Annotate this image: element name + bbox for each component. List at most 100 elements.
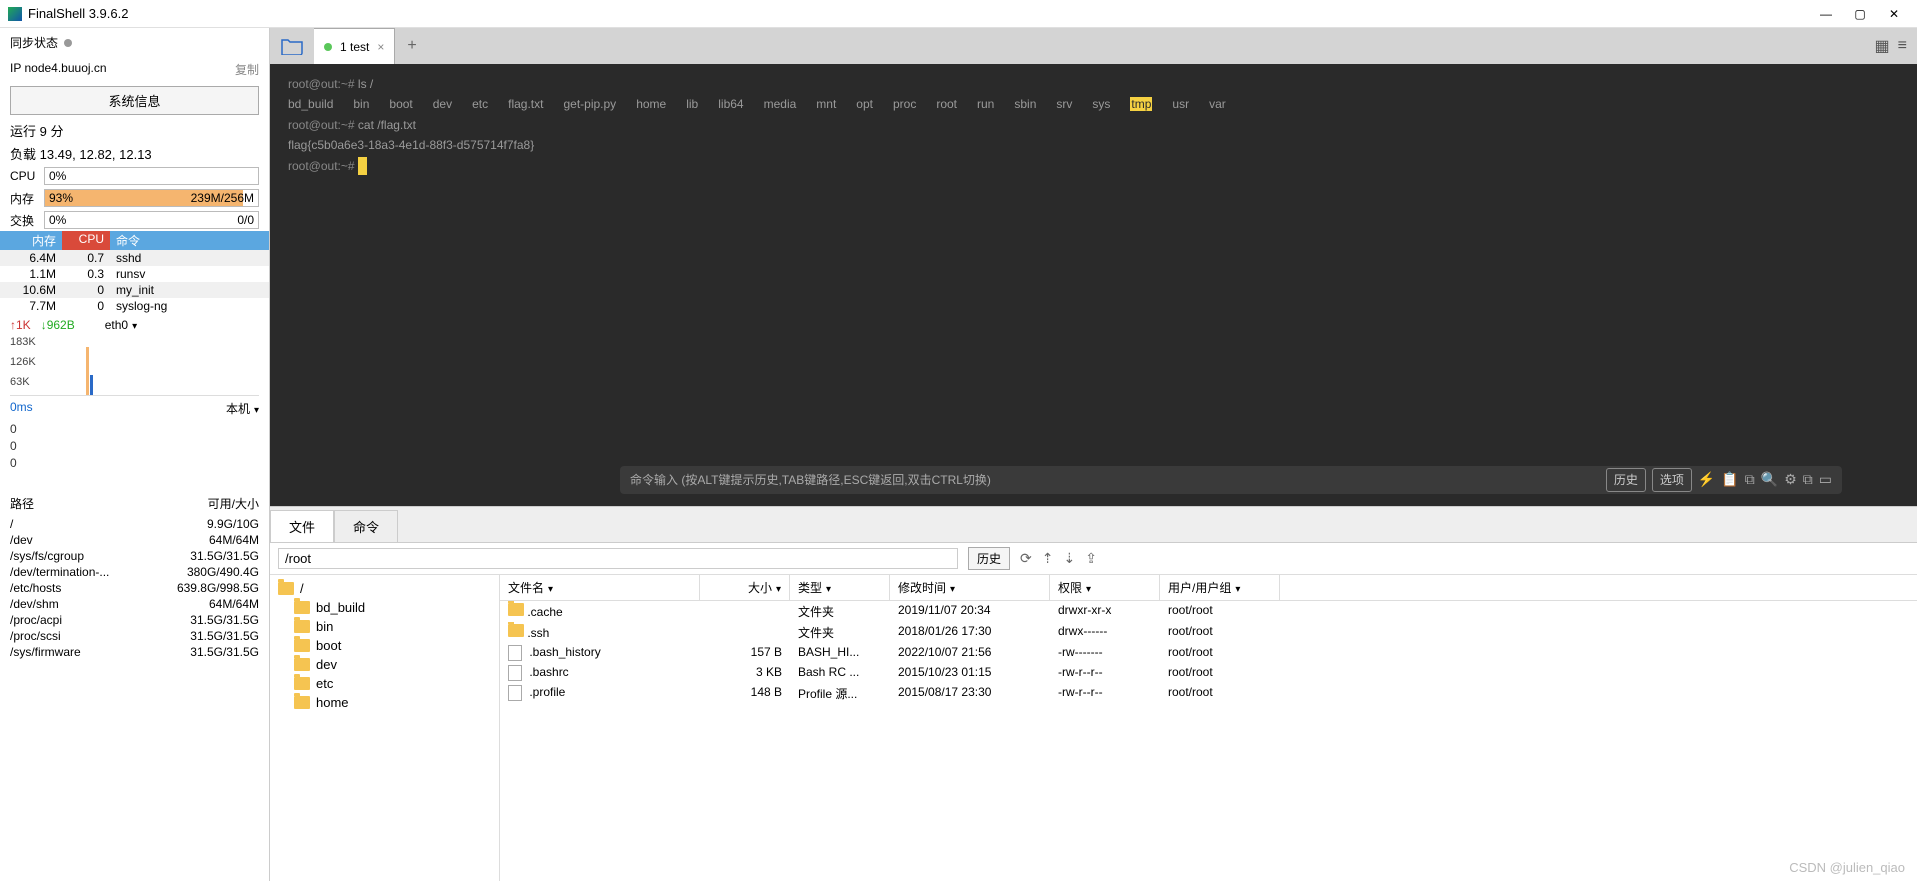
file-manager: 文件 命令 历史 ⟳ ⇡ ⇣ ⇪ / bd_buildbinbootdevetc… [270, 506, 1917, 881]
uptime-label: 运行 9 分 [0, 119, 269, 142]
tab-bar: 1 test × + ▦ ≡ [270, 28, 1917, 64]
path-row[interactable]: /proc/scsi31.5G/31.5G [0, 628, 269, 644]
path-row[interactable]: /9.9G/10G [0, 516, 269, 532]
tab-session[interactable]: 1 test × [314, 28, 395, 64]
path-row[interactable]: /dev/shm64M/64M [0, 596, 269, 612]
bolt-icon[interactable]: ⚡ [1698, 468, 1715, 492]
window-title: FinalShell 3.9.6.2 [28, 6, 1819, 21]
upload-all-icon[interactable]: ⇪ [1085, 550, 1097, 567]
cpu-row: CPU 0% [0, 165, 269, 187]
folder-icon [294, 620, 310, 633]
folder-icon [508, 624, 524, 637]
tree-item[interactable]: home [274, 693, 495, 712]
app-logo-icon [8, 7, 22, 21]
folder-icon [278, 582, 294, 595]
download-icon[interactable]: ⇣ [1063, 550, 1075, 567]
popout-icon[interactable]: ⧉ [1803, 468, 1813, 492]
sync-status: 同步状态 [0, 28, 269, 57]
path-row[interactable]: /proc/acpi31.5G/31.5G [0, 612, 269, 628]
folder-icon [294, 677, 310, 690]
sidebar: 同步状态 IP node4.buuoj.cn 复制 系统信息 运行 9 分 负载… [0, 28, 270, 881]
system-info-button[interactable]: 系统信息 [10, 86, 259, 115]
file-row[interactable]: .ssh文件夹2018/01/26 17:30drwx------root/ro… [500, 622, 1917, 643]
tree-root[interactable]: / [274, 579, 495, 598]
watermark: CSDN @julien_qiao [1789, 860, 1905, 875]
tab-commands[interactable]: 命令 [334, 510, 398, 542]
folder-icon [294, 601, 310, 614]
folder-icon [294, 658, 310, 671]
upload-icon: ↑1K [10, 318, 31, 332]
folder-tree[interactable]: / bd_buildbinbootdevetchome [270, 575, 500, 881]
process-row[interactable]: 10.6M0my_init [0, 282, 269, 298]
network-graph: 183K 126K 63K [10, 336, 259, 396]
status-dot-icon [64, 39, 72, 47]
terminal[interactable]: root@out:~# ls / bd_buildbinbootdevetcfl… [270, 64, 1917, 506]
process-row[interactable]: 1.1M0.3runsv [0, 266, 269, 282]
history-button[interactable]: 历史 [1606, 468, 1646, 492]
gear-icon[interactable]: ⚙ [1784, 468, 1797, 492]
fullscreen-icon[interactable]: ▭ [1819, 468, 1832, 492]
minimize-button[interactable]: — [1819, 7, 1833, 21]
folder-icon [294, 639, 310, 652]
network-row: ↑1K ↓962B eth0 [0, 314, 269, 336]
tree-item[interactable]: etc [274, 674, 495, 693]
col-owner[interactable]: 用户/用户组 [1160, 575, 1280, 600]
path-row[interactable]: /dev/termination-...380G/490.4G [0, 564, 269, 580]
new-tab-button[interactable]: + [395, 28, 428, 64]
upload-icon[interactable]: ⇡ [1042, 550, 1054, 567]
path-history-button[interactable]: 历史 [968, 547, 1010, 570]
search-icon[interactable]: 🔍 [1761, 468, 1778, 492]
cursor-icon [358, 157, 367, 175]
process-table: 内存 CPU 命令 6.4M0.7sshd1.1M0.3runsv10.6M0m… [0, 231, 269, 314]
maximize-button[interactable]: ▢ [1853, 7, 1867, 21]
file-icon [508, 665, 522, 681]
path-input[interactable] [278, 548, 958, 569]
options-button[interactable]: 选项 [1652, 468, 1692, 492]
flag-output: flag{c5b0a6e3-18a3-4e1d-88f3-d575714f7fa… [288, 135, 1899, 155]
download-icon: ↓962B [41, 318, 75, 332]
file-icon [508, 685, 522, 701]
interface-select[interactable]: eth0 [105, 318, 137, 332]
file-row[interactable]: .profile148 BProfile 源...2015/08/17 23:3… [500, 683, 1917, 704]
refresh-icon[interactable]: ⟳ [1020, 550, 1032, 567]
copy-icon[interactable]: ⧉ [1745, 468, 1755, 492]
close-tab-icon[interactable]: × [377, 40, 384, 54]
tree-item[interactable]: dev [274, 655, 495, 674]
path-row[interactable]: /etc/hosts639.8G/998.5G [0, 580, 269, 596]
menu-icon[interactable]: ≡ [1898, 37, 1907, 55]
connected-dot-icon [324, 43, 332, 51]
latency-label: 0ms [10, 400, 33, 417]
file-icon [508, 645, 522, 661]
col-mtime[interactable]: 修改时间 [890, 575, 1050, 600]
host-select[interactable]: 本机 [226, 400, 259, 417]
open-folder-icon[interactable] [270, 28, 314, 64]
memory-row: 内存 93%239M/256M [0, 187, 269, 209]
tree-item[interactable]: bin [274, 617, 495, 636]
process-row[interactable]: 7.7M0syslog-ng [0, 298, 269, 314]
close-button[interactable]: ✕ [1887, 7, 1901, 21]
tree-item[interactable]: boot [274, 636, 495, 655]
copy-button[interactable]: 复制 [235, 61, 259, 78]
latency-values: 0 0 0 [0, 421, 269, 471]
command-input-bar: 命令输入 (按ALT键提示历史,TAB键路径,ESC键返回,双击CTRL切换) … [620, 466, 1842, 494]
swap-row: 交换 0%0/0 [0, 209, 269, 231]
clipboard-icon[interactable]: 📋 [1721, 468, 1738, 492]
command-input[interactable]: 命令输入 (按ALT键提示历史,TAB键路径,ESC键返回,双击CTRL切换) [630, 470, 1606, 490]
path-row[interactable]: /sys/fs/cgroup31.5G/31.5G [0, 548, 269, 564]
path-row[interactable]: /dev64M/64M [0, 532, 269, 548]
path-row[interactable]: /sys/firmware31.5G/31.5G [0, 644, 269, 660]
grid-view-icon[interactable]: ▦ [1875, 36, 1890, 56]
process-row[interactable]: 6.4M0.7sshd [0, 250, 269, 266]
title-bar: FinalShell 3.9.6.2 — ▢ ✕ [0, 0, 1917, 28]
tree-item[interactable]: bd_build [274, 598, 495, 617]
file-table: 文件名 大小 类型 修改时间 权限 用户/用户组 .cache文件夹2019/1… [500, 575, 1917, 881]
folder-icon [294, 696, 310, 709]
tab-files[interactable]: 文件 [270, 510, 334, 542]
file-row[interactable]: .bash_history157 BBASH_HI...2022/10/07 2… [500, 643, 1917, 663]
col-size[interactable]: 大小 [700, 575, 790, 600]
file-row[interactable]: .cache文件夹2019/11/07 20:34drwxr-xr-xroot/… [500, 601, 1917, 622]
col-name[interactable]: 文件名 [500, 575, 700, 600]
file-row[interactable]: .bashrc3 KBBash RC ...2015/10/23 01:15-r… [500, 663, 1917, 683]
col-type[interactable]: 类型 [790, 575, 890, 600]
col-perm[interactable]: 权限 [1050, 575, 1160, 600]
